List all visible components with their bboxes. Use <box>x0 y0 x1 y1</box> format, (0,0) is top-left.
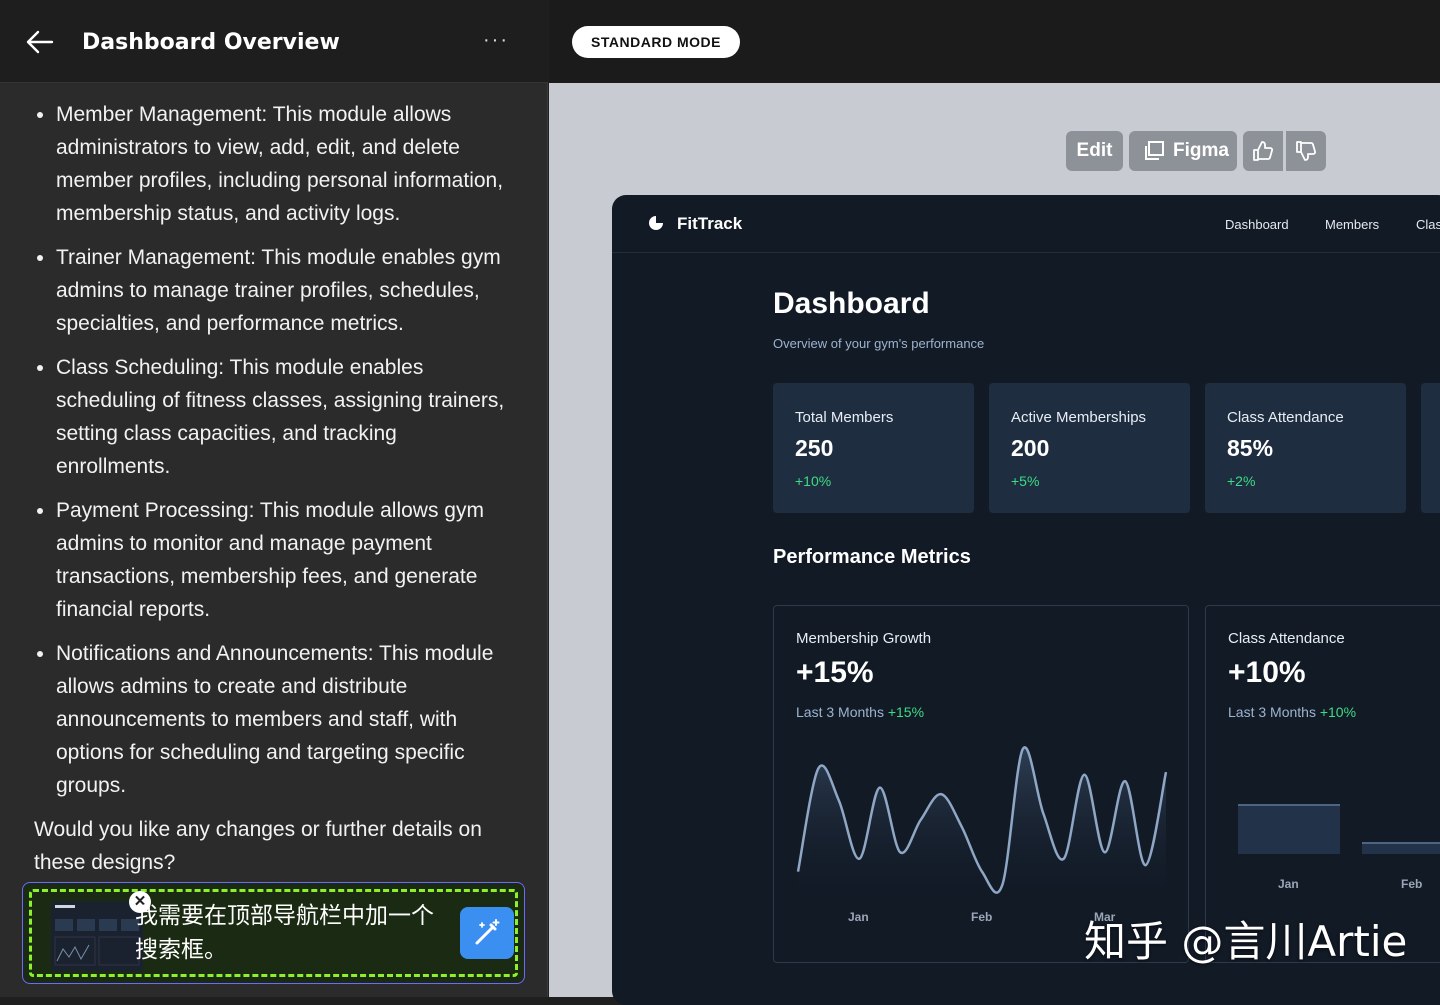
thumbs-up-button[interactable] <box>1243 131 1283 171</box>
attendance-bar <box>1238 804 1340 854</box>
attendance-bar-top <box>1238 804 1340 806</box>
list-item: Notifications and Announcements: This mo… <box>56 637 514 802</box>
module-list: Member Management: This module allows ad… <box>34 98 514 802</box>
stat-change: +2% <box>1227 473 1256 489</box>
closing-question: Would you like any changes or further de… <box>34 818 482 874</box>
page-title: Dashboard <box>773 287 930 320</box>
stat-label: Total Members <box>795 409 894 426</box>
section-title: Performance Metrics <box>773 546 971 568</box>
list-item: Payment Processing: This module allows g… <box>56 494 514 626</box>
stat-value: 85% <box>1227 435 1274 461</box>
app-brand: FitTrack <box>677 214 743 233</box>
standard-mode-button[interactable]: STANDARD MODE <box>572 26 740 58</box>
list-item: Trainer Management: This module enables … <box>56 241 514 340</box>
more-options-icon[interactable]: ··· <box>482 28 510 56</box>
nav-members[interactable]: Members <box>1325 217 1379 232</box>
logo-icon <box>649 216 663 230</box>
magic-wand-icon <box>475 919 500 945</box>
membership-area <box>798 747 1166 906</box>
x-tick-label: Jan <box>848 910 869 924</box>
stat-label: Class Attendance <box>1227 409 1344 426</box>
app-preview: FitTrack Dashboard Members Clas Dashboar… <box>612 195 1440 1005</box>
stat-value: 200 <box>1011 435 1050 461</box>
chat-title: Dashboard Overview <box>82 30 340 55</box>
attachment-thumbnail[interactable] <box>51 901 143 971</box>
x-tick-label: Feb <box>1401 877 1423 891</box>
stat-label: Active Memberships <box>1011 409 1147 426</box>
list-item: Class Scheduling: This module enables sc… <box>56 351 514 483</box>
copy-icon <box>1145 141 1164 160</box>
stat-card-active-memberships: Active Memberships 200 +5% <box>989 383 1190 513</box>
stat-value: 250 <box>795 435 834 461</box>
stat-change: +10% <box>795 473 832 489</box>
figma-button[interactable]: Figma <box>1129 131 1237 171</box>
composer-input[interactable]: 我需要在顶部导航栏中加一个搜索框。 <box>135 899 455 967</box>
stat-card-class-attendance: Class Attendance 85% +2% <box>1205 383 1406 513</box>
stat-change: +5% <box>1011 473 1040 489</box>
stat-card-partial <box>1421 383 1440 513</box>
watermark: 知乎 @言川Artie <box>1084 917 1408 966</box>
chat-panel: Dashboard Overview ··· Member Management… <box>0 0 548 997</box>
x-tick-label: Feb <box>971 910 993 924</box>
chat-header: Dashboard Overview ··· <box>0 0 548 83</box>
app-navbar: FitTrack Dashboard Members Clas <box>612 195 1440 253</box>
nav-classes[interactable]: Clas <box>1416 217 1440 232</box>
back-arrow-icon[interactable] <box>24 28 56 56</box>
stat-card-total-members: Total Members 250 +10% <box>773 383 974 513</box>
page-subtitle: Overview of your gym's performance <box>773 336 985 351</box>
attendance-bar-top <box>1362 842 1440 844</box>
thumbs-down-icon <box>1296 141 1317 161</box>
nav-dashboard[interactable]: Dashboard <box>1225 217 1289 232</box>
thumbs-down-button[interactable] <box>1286 131 1326 171</box>
assistant-message: Member Management: This module allows ad… <box>34 98 514 879</box>
list-item: Member Management: This module allows ad… <box>56 98 514 230</box>
composer[interactable]: ✕ 我需要在顶部导航栏中加一个搜索框。 <box>22 882 525 984</box>
thumbs-up-icon <box>1253 141 1274 161</box>
x-tick-label: Jan <box>1278 877 1299 891</box>
send-button[interactable] <box>460 907 514 959</box>
edit-button[interactable]: Edit <box>1066 131 1123 171</box>
figma-label: Figma <box>1173 140 1229 161</box>
